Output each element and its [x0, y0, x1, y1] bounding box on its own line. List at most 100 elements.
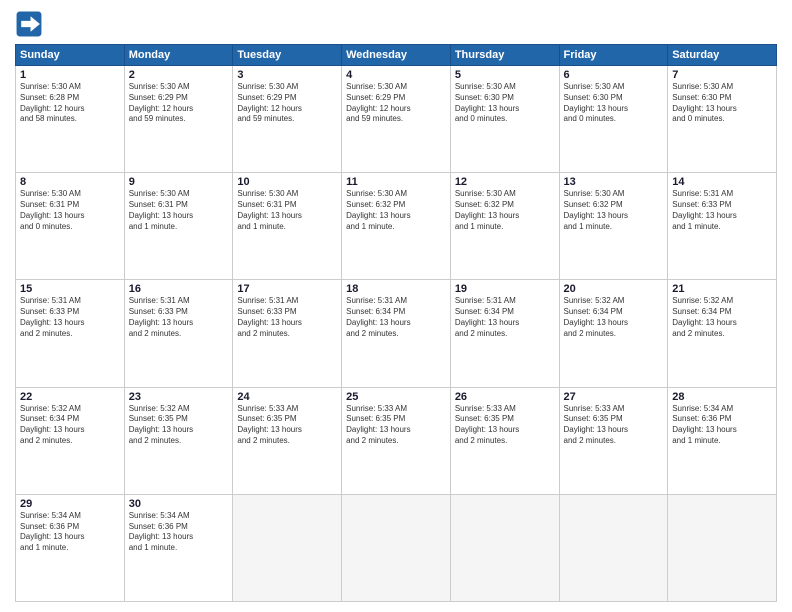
cell-info: Sunrise: 5:32 AMSunset: 6:34 PMDaylight:… — [20, 404, 120, 447]
calendar-cell: 27Sunrise: 5:33 AMSunset: 6:35 PMDayligh… — [559, 387, 668, 494]
day-number: 2 — [129, 69, 229, 81]
cell-info: Sunrise: 5:34 AMSunset: 6:36 PMDaylight:… — [20, 511, 120, 554]
calendar-cell: 8Sunrise: 5:30 AMSunset: 6:31 PMDaylight… — [16, 173, 125, 280]
day-number: 25 — [346, 391, 446, 403]
day-number: 28 — [672, 391, 772, 403]
calendar-cell: 6Sunrise: 5:30 AMSunset: 6:30 PMDaylight… — [559, 66, 668, 173]
day-number: 7 — [672, 69, 772, 81]
weekday-saturday: Saturday — [668, 45, 777, 66]
cell-info: Sunrise: 5:31 AMSunset: 6:34 PMDaylight:… — [346, 296, 446, 339]
calendar-cell — [668, 494, 777, 601]
calendar-cell: 3Sunrise: 5:30 AMSunset: 6:29 PMDaylight… — [233, 66, 342, 173]
day-number: 14 — [672, 176, 772, 188]
day-number: 11 — [346, 176, 446, 188]
day-number: 21 — [672, 283, 772, 295]
calendar-cell: 19Sunrise: 5:31 AMSunset: 6:34 PMDayligh… — [450, 280, 559, 387]
calendar-week-row: 8 Sunrise: 5:30 AMSunset: 6:31 PMDaylight… — [16, 173, 777, 280]
calendar-header: SundayMondayTuesdayWednesdayThursdayFrid… — [16, 45, 777, 66]
calendar-cell: 20Sunrise: 5:32 AMSunset: 6:34 PMDayligh… — [559, 280, 668, 387]
calendar-cell — [233, 494, 342, 601]
day-number: 5 — [455, 69, 555, 81]
calendar-cell: 30Sunrise: 5:34 AMSunset: 6:36 PMDayligh… — [124, 494, 233, 601]
day-number: 27 — [564, 391, 664, 403]
cell-info: Sunrise: 5:34 AMSunset: 6:36 PMDaylight:… — [129, 511, 229, 554]
calendar-cell: 7Sunrise: 5:30 AMSunset: 6:30 PMDaylight… — [668, 66, 777, 173]
day-number: 4 — [346, 69, 446, 81]
day-number: 23 — [129, 391, 229, 403]
day-number: 13 — [564, 176, 664, 188]
cell-info: Sunrise: 5:30 AMSunset: 6:29 PMDaylight:… — [237, 82, 337, 125]
calendar-cell: 13Sunrise: 5:30 AMSunset: 6:32 PMDayligh… — [559, 173, 668, 280]
cell-info: Sunrise: 5:30 AMSunset: 6:32 PMDaylight:… — [455, 189, 555, 232]
cell-info: Sunrise: 5:34 AMSunset: 6:36 PMDaylight:… — [672, 404, 772, 447]
cell-info: Sunrise: 5:32 AMSunset: 6:34 PMDaylight:… — [564, 296, 664, 339]
day-number: 22 — [20, 391, 120, 403]
calendar-cell: 11Sunrise: 5:30 AMSunset: 6:32 PMDayligh… — [342, 173, 451, 280]
cell-info: Sunrise: 5:30 AMSunset: 6:30 PMDaylight:… — [672, 82, 772, 125]
day-number: 12 — [455, 176, 555, 188]
cell-info: Sunrise: 5:33 AMSunset: 6:35 PMDaylight:… — [237, 404, 337, 447]
weekday-friday: Friday — [559, 45, 668, 66]
calendar-cell: 14Sunrise: 5:31 AMSunset: 6:33 PMDayligh… — [668, 173, 777, 280]
calendar-cell: 17Sunrise: 5:31 AMSunset: 6:33 PMDayligh… — [233, 280, 342, 387]
calendar-cell: 28Sunrise: 5:34 AMSunset: 6:36 PMDayligh… — [668, 387, 777, 494]
cell-info: Sunrise: 5:31 AMSunset: 6:33 PMDaylight:… — [20, 296, 120, 339]
day-number: 8 — [20, 176, 120, 188]
cell-info: Sunrise: 5:30 AMSunset: 6:30 PMDaylight:… — [455, 82, 555, 125]
weekday-tuesday: Tuesday — [233, 45, 342, 66]
calendar-week-row: 1Sunrise: 5:30 AMSunset: 6:28 PMDaylight… — [16, 66, 777, 173]
day-number: 18 — [346, 283, 446, 295]
cell-info: Sunrise: 5:33 AMSunset: 6:35 PMDaylight:… — [455, 404, 555, 447]
calendar-cell: 21Sunrise: 5:32 AMSunset: 6:34 PMDayligh… — [668, 280, 777, 387]
cell-info: Sunrise: 5:32 AMSunset: 6:35 PMDaylight:… — [129, 404, 229, 447]
day-number: 16 — [129, 283, 229, 295]
weekday-header-row: SundayMondayTuesdayWednesdayThursdayFrid… — [16, 45, 777, 66]
day-number: 19 — [455, 283, 555, 295]
calendar-cell: 5Sunrise: 5:30 AMSunset: 6:30 PMDaylight… — [450, 66, 559, 173]
calendar-cell: 10Sunrise: 5:30 AMSunset: 6:31 PMDayligh… — [233, 173, 342, 280]
cell-info: Sunrise: 5:30 AMSunset: 6:29 PMDaylight:… — [129, 82, 229, 125]
day-number: 3 — [237, 69, 337, 81]
logo — [15, 10, 47, 38]
calendar-cell: 18Sunrise: 5:31 AMSunset: 6:34 PMDayligh… — [342, 280, 451, 387]
cell-info: Sunrise: 5:30 AMSunset: 6:31 PMDaylight:… — [129, 189, 229, 232]
calendar-cell: 25Sunrise: 5:33 AMSunset: 6:35 PMDayligh… — [342, 387, 451, 494]
day-number: 1 — [20, 69, 120, 81]
weekday-wednesday: Wednesday — [342, 45, 451, 66]
day-number: 29 — [20, 498, 120, 510]
calendar-table: SundayMondayTuesdayWednesdayThursdayFrid… — [15, 44, 777, 602]
calendar-cell: 1Sunrise: 5:30 AMSunset: 6:28 PMDaylight… — [16, 66, 125, 173]
calendar-cell: 9Sunrise: 5:30 AMSunset: 6:31 PMDaylight… — [124, 173, 233, 280]
day-number: 15 — [20, 283, 120, 295]
weekday-thursday: Thursday — [450, 45, 559, 66]
calendar-cell: 23Sunrise: 5:32 AMSunset: 6:35 PMDayligh… — [124, 387, 233, 494]
cell-info: Sunrise: 5:30 AMSunset: 6:32 PMDaylight:… — [346, 189, 446, 232]
day-number: 24 — [237, 391, 337, 403]
calendar-week-row: 29Sunrise: 5:34 AMSunset: 6:36 PMDayligh… — [16, 494, 777, 601]
day-number: 10 — [237, 176, 337, 188]
cell-info: Sunrise: 5:30 AMSunset: 6:28 PMDaylight:… — [20, 82, 120, 125]
logo-icon — [15, 10, 43, 38]
cell-info: Sunrise: 5:31 AMSunset: 6:33 PMDaylight:… — [237, 296, 337, 339]
calendar-cell: 12Sunrise: 5:30 AMSunset: 6:32 PMDayligh… — [450, 173, 559, 280]
day-number: 30 — [129, 498, 229, 510]
weekday-monday: Monday — [124, 45, 233, 66]
calendar-cell — [450, 494, 559, 601]
cell-info: Sunrise: 5:31 AMSunset: 6:34 PMDaylight:… — [455, 296, 555, 339]
calendar-cell: 2Sunrise: 5:30 AMSunset: 6:29 PMDaylight… — [124, 66, 233, 173]
cell-info: Sunrise: 5:31 AMSunset: 6:33 PMDaylight:… — [129, 296, 229, 339]
day-number: 20 — [564, 283, 664, 295]
cell-info: Sunrise: 5:31 AMSunset: 6:33 PMDaylight:… — [672, 189, 772, 232]
calendar-cell: 22Sunrise: 5:32 AMSunset: 6:34 PMDayligh… — [16, 387, 125, 494]
cell-info: Sunrise: 5:33 AMSunset: 6:35 PMDaylight:… — [564, 404, 664, 447]
cell-info: Sunrise: 5:30 AMSunset: 6:30 PMDaylight:… — [564, 82, 664, 125]
cell-info: Sunrise: 5:32 AMSunset: 6:34 PMDaylight:… — [672, 296, 772, 339]
weekday-sunday: Sunday — [16, 45, 125, 66]
calendar-cell: 15Sunrise: 5:31 AMSunset: 6:33 PMDayligh… — [16, 280, 125, 387]
cell-info: Sunrise: 5:30 AMSunset: 6:29 PMDaylight:… — [346, 82, 446, 125]
cell-info: Sunrise: 5:30 AMSunset: 6:31 PMDaylight:… — [237, 189, 337, 232]
cell-info: Sunrise: 5:30 AMSunset: 6:32 PMDaylight:… — [564, 189, 664, 232]
calendar-week-row: 15Sunrise: 5:31 AMSunset: 6:33 PMDayligh… — [16, 280, 777, 387]
calendar-cell — [559, 494, 668, 601]
day-number: 6 — [564, 69, 664, 81]
